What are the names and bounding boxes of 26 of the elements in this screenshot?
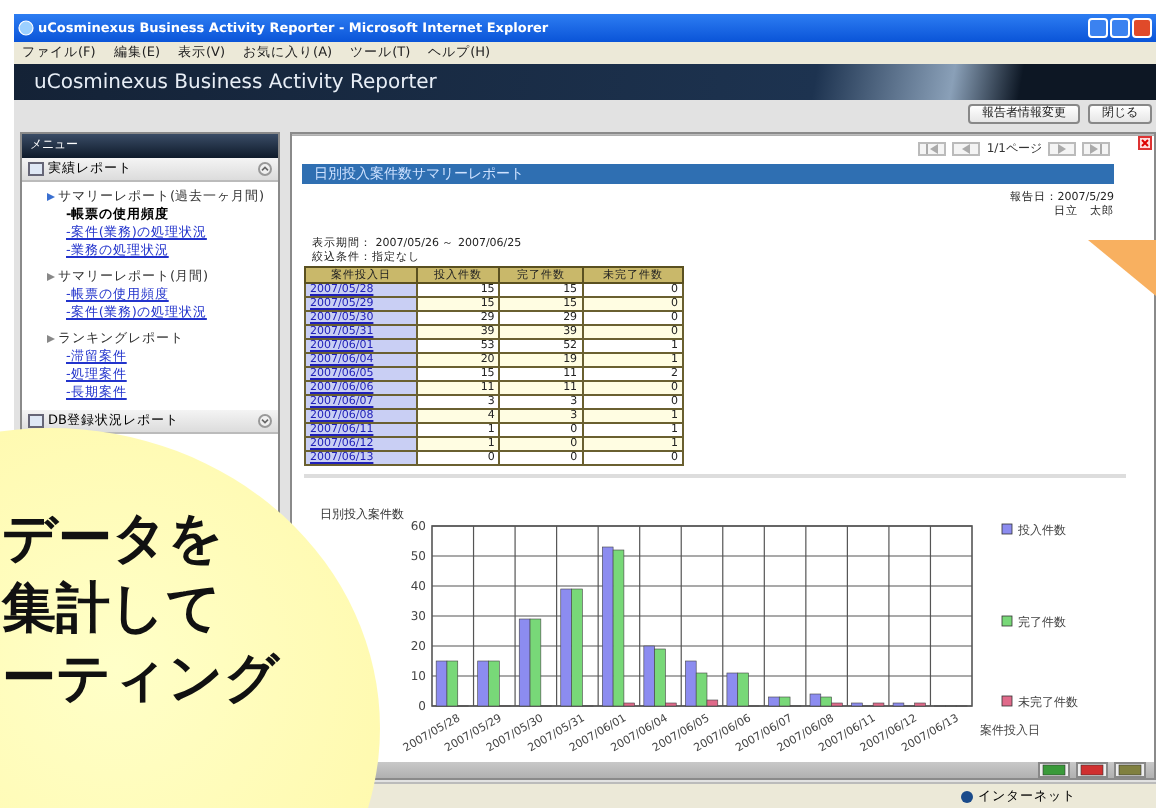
triangle-icon — [1088, 143, 1104, 154]
minimize-button[interactable] — [1088, 18, 1108, 38]
triangle-icon — [1054, 143, 1070, 154]
scroll-bar[interactable] — [304, 473, 1126, 478]
triangle-icon — [958, 143, 975, 154]
bullet-icon — [46, 334, 56, 344]
bullet-icon — [46, 192, 56, 202]
next-page-button[interactable] — [1048, 141, 1076, 156]
callout-text: 集計して — [2, 576, 224, 644]
spreadsheet-button[interactable] — [1038, 762, 1070, 778]
pointer-arrow — [1088, 240, 1156, 296]
bullet-icon — [46, 272, 56, 282]
collapse-icon[interactable] — [258, 162, 272, 176]
previous-page-button[interactable] — [952, 141, 981, 156]
callout-text: ーティング — [2, 646, 280, 714]
last-page-button[interactable] — [1082, 141, 1110, 156]
maximize-button[interactable] — [1110, 18, 1130, 38]
callout-text: データを — [2, 506, 226, 574]
printer-button[interactable] — [1114, 762, 1146, 778]
close-button[interactable] — [1132, 18, 1152, 38]
close-icon[interactable] — [1138, 136, 1152, 150]
app-header: uCosminexus Business Activity Reporter — [14, 64, 1156, 100]
first-page-button[interactable] — [918, 141, 947, 156]
triangle-icon — [924, 143, 941, 154]
expand-icon[interactable] — [258, 414, 272, 428]
pdf-button[interactable] — [1076, 762, 1108, 778]
